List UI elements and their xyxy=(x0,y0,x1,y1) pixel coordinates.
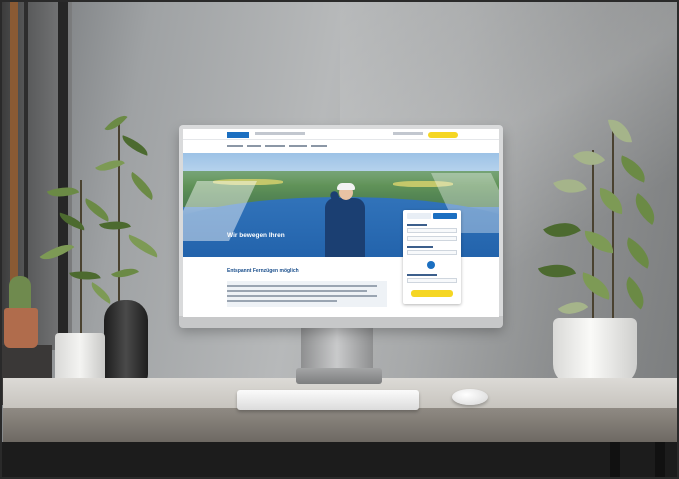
subnav-item xyxy=(289,145,307,147)
leaf xyxy=(87,282,115,304)
brand-logo xyxy=(227,132,249,138)
monitor-screen: Wir bewegen Ihren Entspannt Fernzügen mö… xyxy=(183,129,499,317)
plant-stem xyxy=(80,180,82,335)
window-frame xyxy=(10,0,18,320)
monitor-stand xyxy=(301,328,373,370)
booking-field xyxy=(407,228,457,233)
booking-label xyxy=(407,224,427,226)
person-body xyxy=(325,198,365,257)
booking-label xyxy=(407,274,437,276)
leaf xyxy=(124,234,162,258)
leaf xyxy=(95,153,125,178)
photo-scene: Wir bewegen Ihren Entspannt Fernzügen mö… xyxy=(0,0,679,479)
cactus xyxy=(9,276,31,312)
dark-vase xyxy=(104,300,148,386)
white-pot-right xyxy=(553,318,637,386)
floor-shadow xyxy=(0,442,679,479)
desk-leg xyxy=(655,442,665,479)
text-line xyxy=(227,285,377,287)
monitor-stand-base xyxy=(296,368,382,384)
booking-field xyxy=(407,236,457,241)
text-line xyxy=(227,290,367,292)
leaf xyxy=(80,198,114,222)
leaf xyxy=(69,267,101,284)
window-frame xyxy=(24,0,28,320)
content-heading: Entspannt Fernzügen möglich xyxy=(227,268,299,274)
subnav-item xyxy=(311,145,327,147)
window-frame xyxy=(58,0,68,340)
nav-link xyxy=(255,132,305,135)
booking-field xyxy=(407,250,457,255)
person-hat xyxy=(337,183,355,190)
leaf xyxy=(104,110,128,136)
cactus-pot xyxy=(4,308,38,348)
nav-link xyxy=(393,132,423,135)
text-line xyxy=(227,300,337,302)
booking-tab xyxy=(407,213,431,219)
booking-tab xyxy=(433,213,457,219)
monitor-chin xyxy=(179,316,503,328)
website-nav xyxy=(183,129,499,140)
hero-title: Wir bewegen Ihren xyxy=(227,232,285,239)
booking-slider-knob xyxy=(427,261,435,269)
leaf xyxy=(125,171,159,201)
booking-widget xyxy=(403,210,461,304)
subnav-item xyxy=(265,145,285,147)
booking-label xyxy=(407,246,433,248)
leaf xyxy=(119,135,151,156)
desk-leg xyxy=(610,442,620,479)
mouse xyxy=(452,389,488,405)
booking-field xyxy=(407,278,457,283)
subnav-item xyxy=(247,145,261,147)
booking-search-button xyxy=(411,290,453,297)
leaf xyxy=(111,262,139,284)
text-line xyxy=(227,295,377,297)
subnav-item xyxy=(227,145,243,147)
keyboard xyxy=(237,390,419,410)
desk-edge xyxy=(3,408,677,442)
nav-cta-button xyxy=(428,132,458,138)
plant-stem xyxy=(612,130,614,320)
